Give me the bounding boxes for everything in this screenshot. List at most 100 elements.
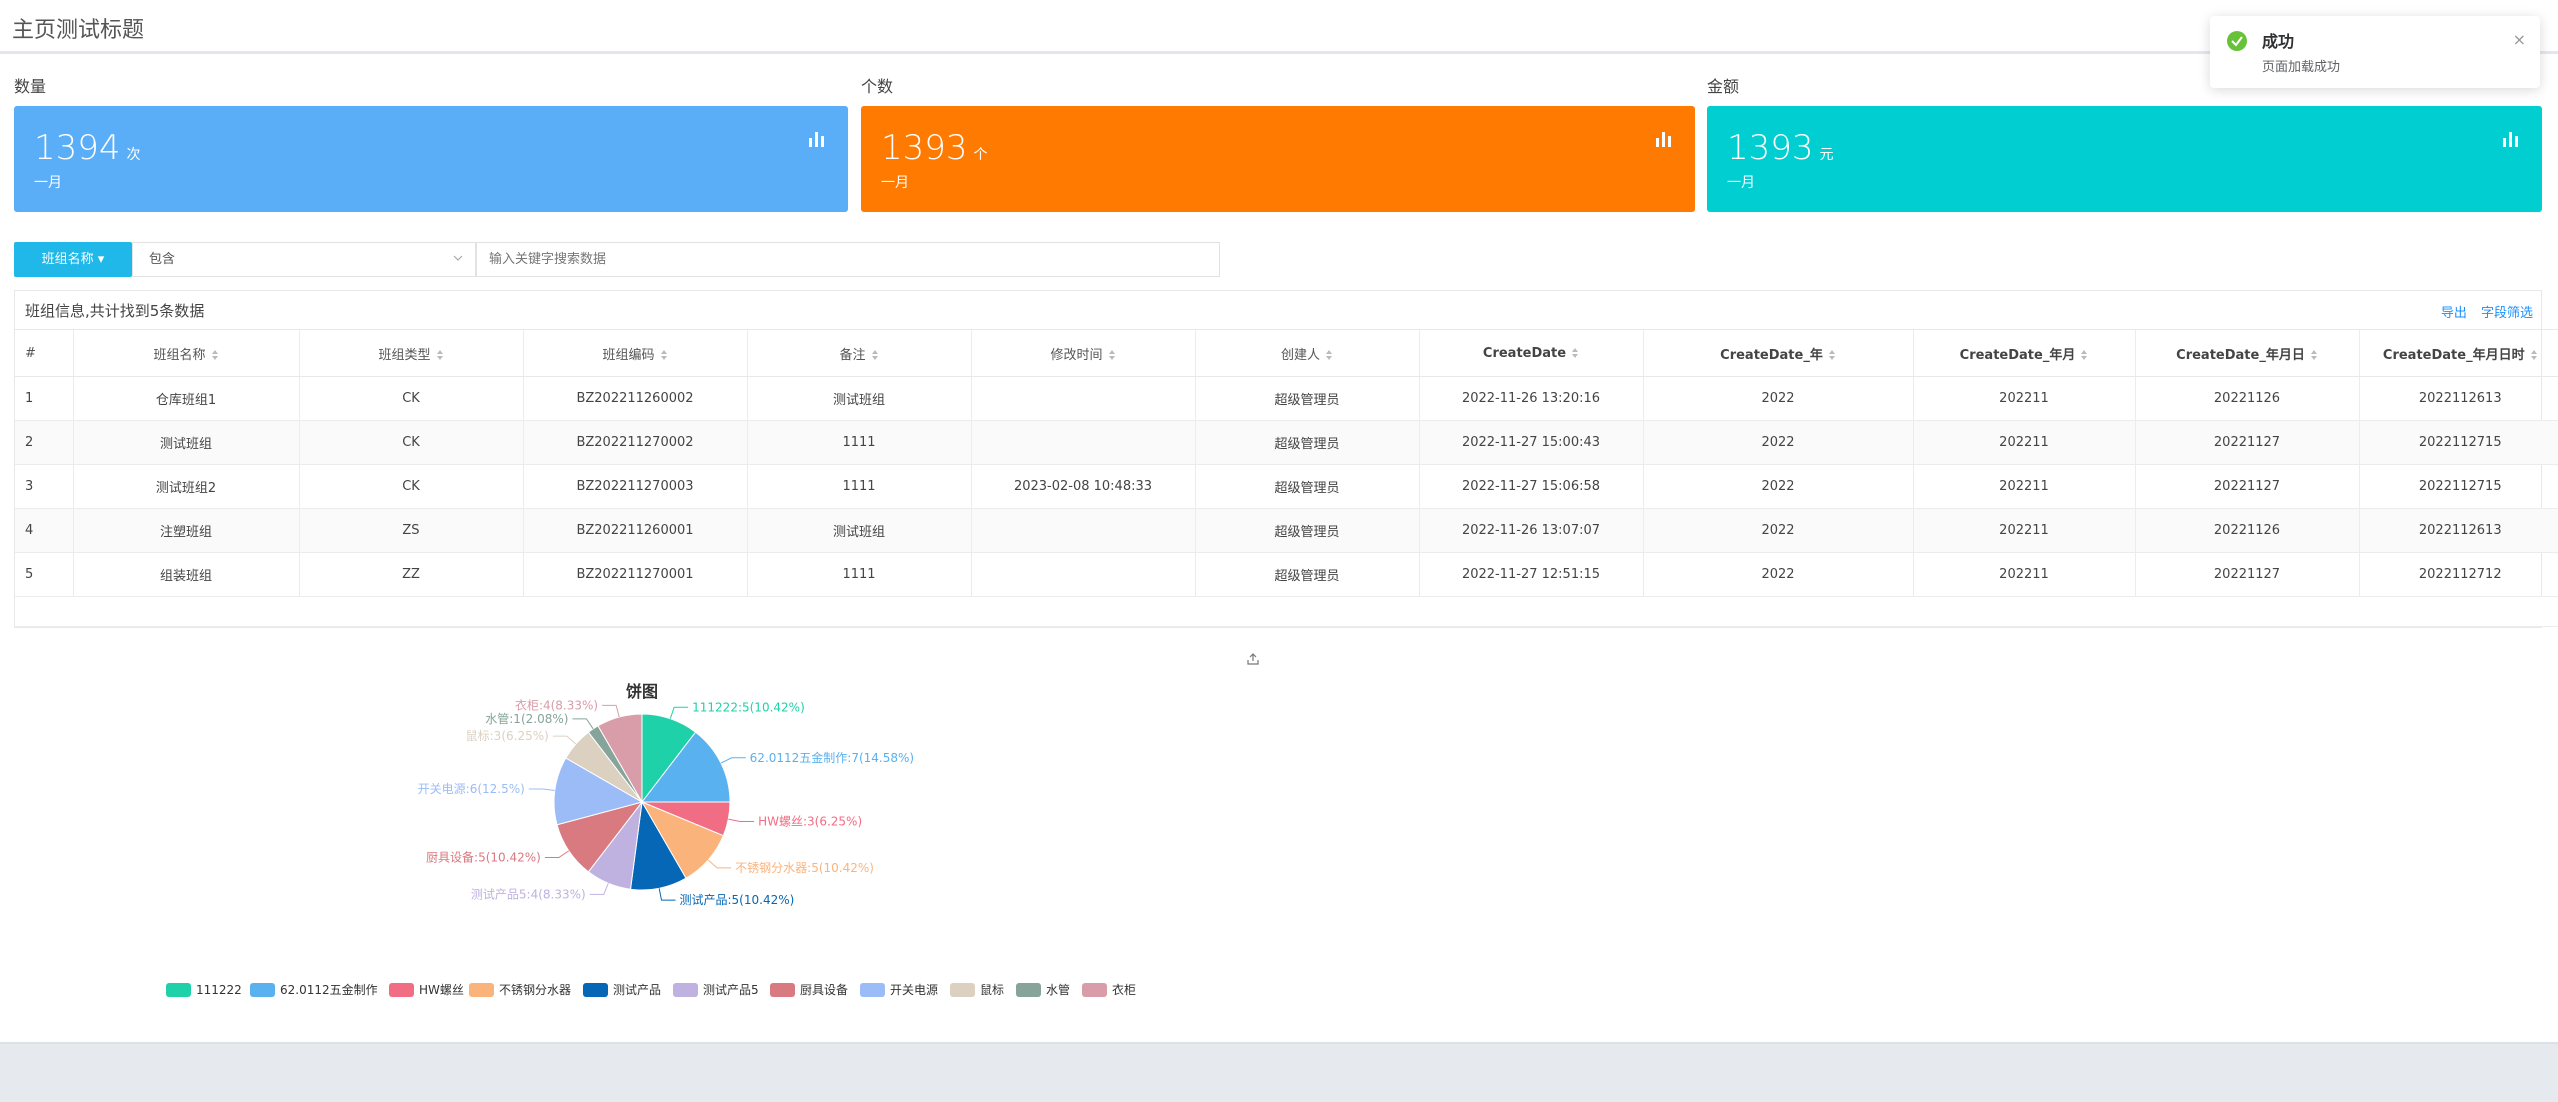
table-cell: 测试班组: [746, 508, 971, 553]
save-as-image-icon[interactable]: [1246, 652, 1260, 666]
column-header[interactable]: 创建人: [1194, 329, 1419, 377]
legend-swatch[interactable]: [250, 983, 275, 997]
table-cell: 3: [15, 464, 73, 509]
sort-icon[interactable]: [1571, 347, 1579, 359]
pie-label-line: [552, 735, 577, 745]
table-cell: 202211: [1912, 376, 2135, 421]
column-header-label: CreateDate_年月日时: [2382, 347, 2525, 363]
table-cell: 20221126: [2134, 376, 2359, 421]
export-link[interactable]: 导出: [2441, 306, 2467, 321]
column-header[interactable]: 备注: [746, 329, 971, 377]
legend-swatch[interactable]: [860, 983, 885, 997]
close-icon[interactable]: ×: [2513, 30, 2526, 49]
notification-message: 页面加载成功: [2262, 60, 2341, 75]
stat-value: 1394 次: [34, 128, 141, 168]
column-header[interactable]: 修改时间: [970, 329, 1195, 377]
table-cell: 20221126: [2134, 508, 2359, 553]
sort-icon[interactable]: [871, 349, 879, 361]
legend-swatch[interactable]: [770, 983, 795, 997]
table-row[interactable]: 5 组装班组 ZZ BZ202211270001 1111 超级管理员 2022-11-27…: [15, 552, 2558, 597]
sort-icon[interactable]: [1325, 349, 1333, 361]
table-cell: 超级管理员: [1194, 376, 1419, 421]
operator-select[interactable]: 包含: [132, 242, 476, 277]
column-header[interactable]: CreateDate: [1418, 329, 1643, 377]
column-header-label: 备注: [839, 347, 866, 363]
sort-icon[interactable]: [1108, 349, 1116, 361]
table-cell: 2022112613: [2358, 508, 2558, 553]
pie-label-line: [528, 788, 555, 792]
table-cell: 1111: [746, 552, 971, 597]
legend-swatch[interactable]: [389, 983, 414, 997]
stat-card-count[interactable]: 1393 个 一月: [861, 106, 1695, 212]
column-header-label: 修改时间: [1050, 347, 1103, 363]
column-header[interactable]: 班组编码: [522, 329, 747, 377]
table-row[interactable]: 2 测试班组 CK BZ202211270002 1111 超级管理员 2022-11-27…: [15, 420, 2558, 465]
stat-period: 一月: [34, 175, 62, 191]
table-caption: 班组信息,共计找到5条数据: [25, 302, 205, 320]
legend-swatch[interactable]: [1082, 983, 1107, 997]
table-cell: BZ202211270003: [522, 464, 747, 509]
legend-swatch[interactable]: [1016, 983, 1041, 997]
column-header-label: CreateDate_年月日: [2176, 347, 2305, 363]
legend-label[interactable]: 测试产品: [613, 982, 661, 997]
sort-icon[interactable]: [436, 349, 444, 361]
stat-period: 一月: [1727, 175, 1755, 191]
legend-label[interactable]: 62.0112五金制作: [280, 982, 378, 997]
stat-card-amount[interactable]: 1393 元 一月: [1707, 106, 2542, 212]
table-cell: 注塑班组: [72, 508, 299, 553]
legend-label[interactable]: 测试产品5: [703, 982, 759, 997]
field-select-button[interactable]: 班组名称 ▾: [14, 242, 132, 277]
table-cell: 超级管理员: [1194, 464, 1419, 509]
table-row[interactable]: 4 注塑班组 ZS BZ202211260001 测试班组 超级管理员 2022-11-26…: [15, 508, 2558, 553]
column-header[interactable]: CreateDate_年月日时: [2358, 329, 2558, 377]
legend-swatch[interactable]: [166, 983, 191, 997]
sort-icon[interactable]: [2530, 349, 2538, 361]
legend-label[interactable]: 111222: [196, 983, 242, 997]
column-header-label: 班组编码: [602, 347, 655, 363]
column-header[interactable]: CreateDate_年: [1642, 329, 1913, 377]
legend-label[interactable]: HW螺丝: [419, 983, 464, 997]
table-cell: ZZ: [298, 552, 523, 597]
column-header[interactable]: 班组名称: [72, 329, 299, 377]
sort-icon[interactable]: [2310, 349, 2318, 361]
legend-swatch[interactable]: [950, 983, 975, 997]
pie-slice-label: 62.0112五金制作:7(14.58%): [750, 750, 914, 765]
legend-swatch[interactable]: [583, 983, 608, 997]
column-header-label: 班组类型: [378, 347, 431, 363]
pie-slice-label: 111222:5(10.42%): [692, 700, 805, 714]
legend-swatch[interactable]: [469, 983, 494, 997]
table-cell: 超级管理员: [1194, 552, 1419, 597]
sort-icon[interactable]: [2080, 349, 2088, 361]
table-cell: 测试班组: [72, 420, 299, 465]
sort-icon[interactable]: [211, 349, 219, 361]
card-label-quantity: 数量: [14, 77, 47, 96]
table-cell: 1111: [746, 420, 971, 465]
table-cell: [970, 376, 1195, 421]
table-cell: CK: [298, 464, 523, 509]
table-cell: 2022112715: [2358, 420, 2558, 465]
pie-slice-label: 水管:1(2.08%): [485, 711, 568, 726]
legend-label[interactable]: 开关电源: [890, 983, 938, 997]
legend-label[interactable]: 水管: [1046, 982, 1070, 997]
legend-swatch[interactable]: [673, 983, 698, 997]
column-header-label: CreateDate_年月: [1959, 347, 2076, 363]
pie-label-line: [602, 704, 620, 718]
legend-label[interactable]: 不锈钢分水器: [499, 983, 571, 997]
table-row[interactable]: 3 测试班组2 CK BZ202211270003 1111 2023-02-08 10:…: [15, 464, 2558, 509]
sort-icon[interactable]: [1828, 349, 1836, 361]
column-header[interactable]: 班组类型: [298, 329, 523, 377]
column-header[interactable]: CreateDate_年月日: [2134, 329, 2359, 377]
column-header[interactable]: #: [15, 329, 73, 377]
pie-slice-label: 鼠标:3(6.25%): [466, 729, 549, 743]
column-header[interactable]: CreateDate_年月: [1912, 329, 2135, 377]
legend-label[interactable]: 鼠标: [980, 983, 1004, 997]
search-filter-bar: 班组名称 ▾ 包含: [14, 242, 1220, 277]
legend-label[interactable]: 衣柜: [1112, 982, 1136, 997]
search-input[interactable]: [476, 242, 1220, 277]
stat-card-quantity[interactable]: 1394 次 一月: [14, 106, 848, 212]
stat-value: 1393 个: [881, 128, 988, 168]
table-row[interactable]: 1 仓库班组1 CK BZ202211260002 测试班组 超级管理员 2022-11-2…: [15, 376, 2558, 421]
sort-icon[interactable]: [660, 349, 668, 361]
legend-label[interactable]: 厨具设备: [800, 983, 848, 997]
field-filter-link[interactable]: 字段筛选: [2481, 306, 2533, 321]
